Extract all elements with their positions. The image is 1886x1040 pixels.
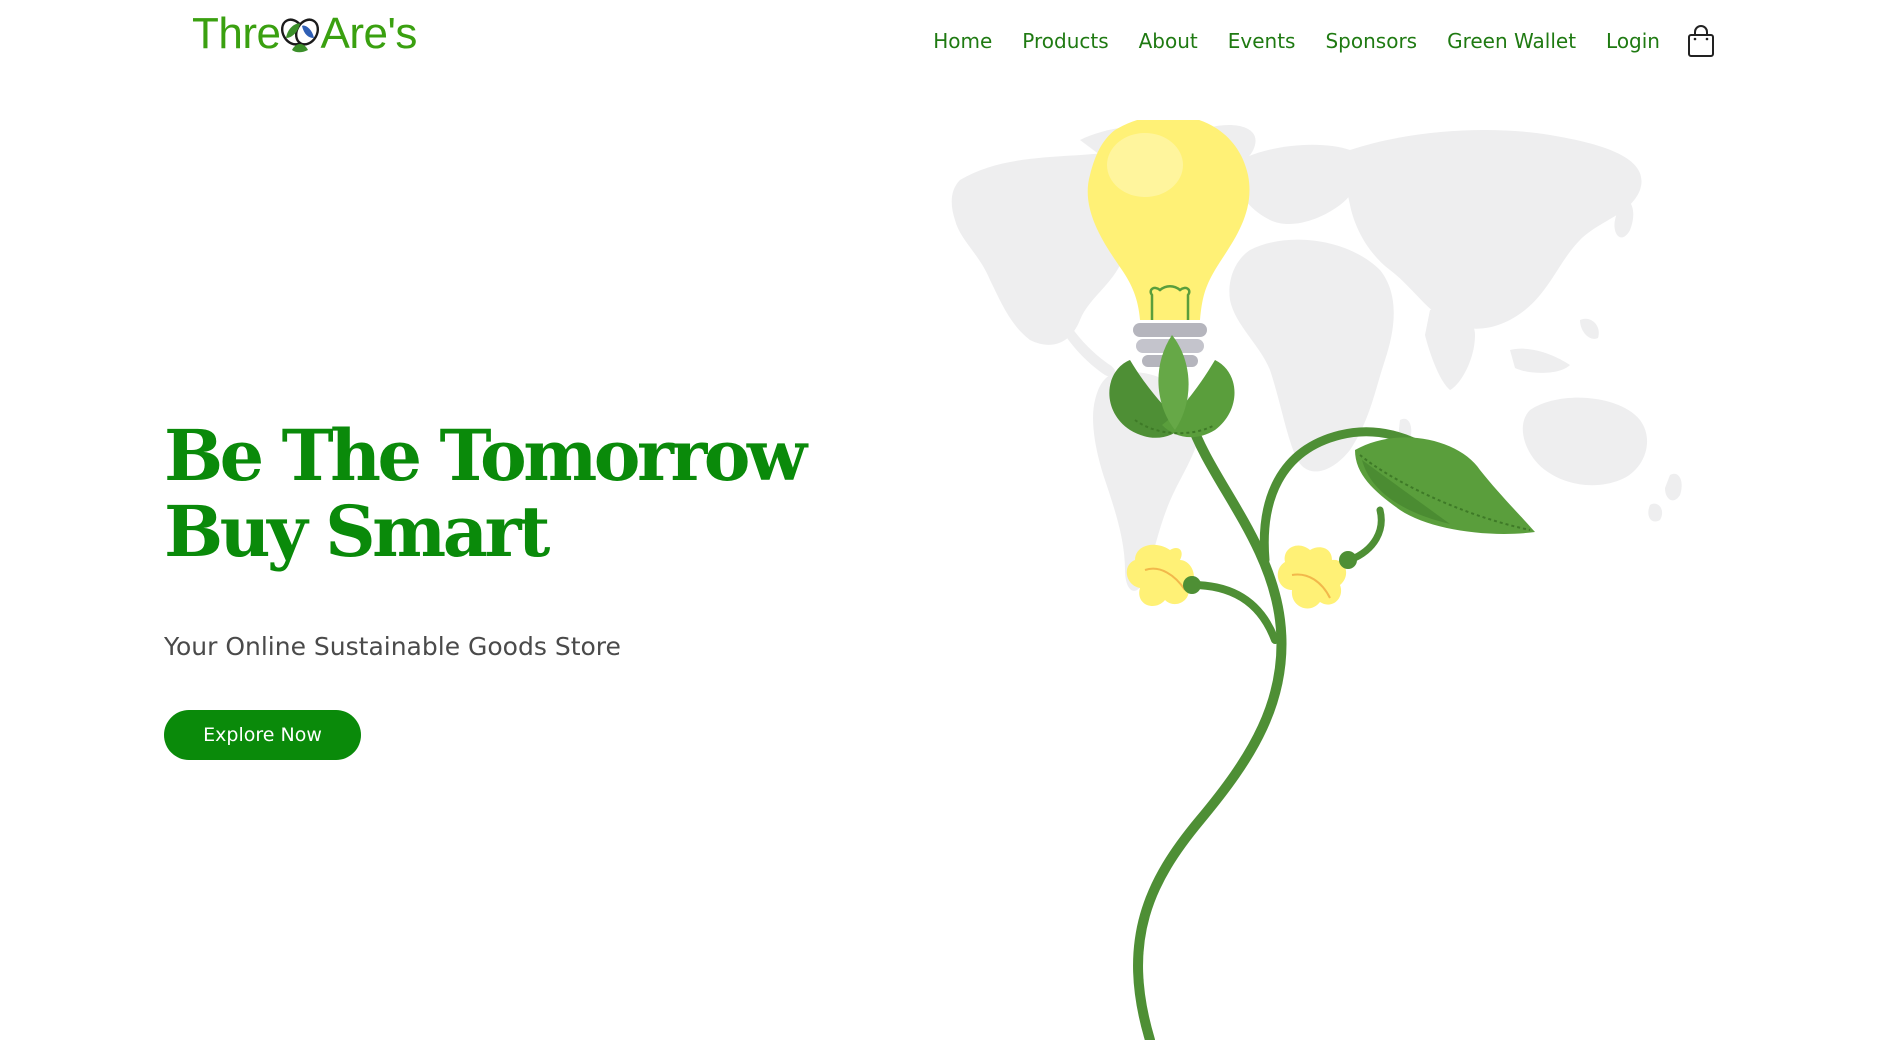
hero-subtitle: Your Online Sustainable Goods Store xyxy=(164,632,621,661)
bulb-sepals xyxy=(1109,335,1235,438)
lightbulb-icon xyxy=(1087,120,1250,367)
landing-page: Thre Are's Home Products About Events Sp… xyxy=(0,0,1886,1040)
nav-home[interactable]: Home xyxy=(933,22,992,60)
nav-green-wallet[interactable]: Green Wallet xyxy=(1447,22,1576,60)
main-nav: Home Products About Events Sponsors Gree… xyxy=(903,22,1716,60)
hero-illustration xyxy=(951,120,1682,1040)
site-logo[interactable]: Thre Are's xyxy=(192,8,417,60)
logo-text-suffix: Are's xyxy=(320,9,417,58)
logo-text-prefix: Thre xyxy=(192,9,281,58)
plant-branch-left xyxy=(1188,581,1279,644)
hero-title-line-1: Be The Tomorrow xyxy=(164,414,807,497)
nav-sponsors[interactable]: Sponsors xyxy=(1325,22,1417,60)
explore-now-button[interactable]: Explore Now xyxy=(164,710,361,760)
hero-title: Be The Tomorrow Buy Smart xyxy=(164,414,807,573)
world-map xyxy=(951,125,1682,591)
shopping-bag-icon xyxy=(1688,25,1714,57)
cart-button[interactable] xyxy=(1686,22,1716,60)
flower-icon-right xyxy=(1277,545,1357,609)
plant-branch-flower-right xyxy=(1346,506,1385,564)
nav-login[interactable]: Login xyxy=(1606,22,1660,60)
hero-title-line-2: Buy Smart xyxy=(164,490,550,573)
nav-about[interactable]: About xyxy=(1139,22,1198,60)
nav-events[interactable]: Events xyxy=(1228,22,1296,60)
recycle-leaves-icon xyxy=(281,18,320,53)
nav-products[interactable]: Products xyxy=(1022,22,1108,60)
flower-icon-left xyxy=(1126,544,1201,607)
